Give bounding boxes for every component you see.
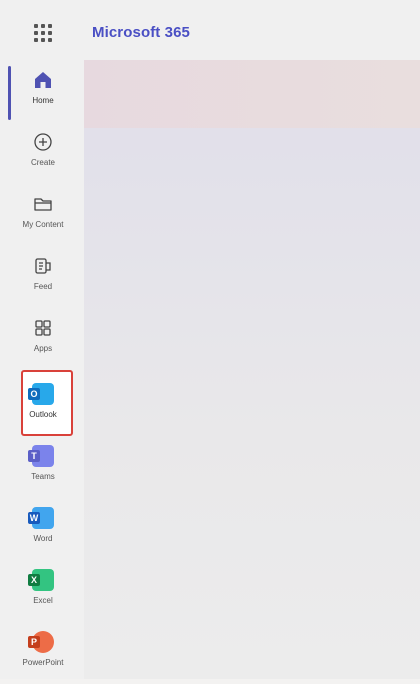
nav-label: PowerPoint (22, 658, 64, 667)
nav-item-feed[interactable]: Feed (8, 248, 78, 308)
main-content (84, 60, 420, 679)
teams-icon: T (28, 444, 55, 468)
nav-label: Feed (33, 282, 53, 291)
excel-icon: X (28, 568, 55, 592)
nav-item-my-content[interactable]: My Content (8, 186, 78, 246)
nav-item-excel[interactable]: X Excel (8, 562, 78, 622)
nav-label: Word (33, 534, 53, 543)
nav-item-word[interactable]: W Word (8, 500, 78, 560)
nav-rail: Home Create My Content Feed Apps O Outlo… (0, 60, 84, 679)
nav-label: Apps (33, 344, 53, 353)
home-icon (31, 68, 55, 92)
nav-label: Outlook (29, 410, 57, 419)
outlook-icon: O (28, 382, 55, 406)
nav-label: Create (30, 158, 55, 167)
word-icon: W (28, 506, 55, 530)
plus-circle-icon (31, 130, 55, 154)
nav-label: Teams (31, 472, 55, 481)
nav-label: Home (32, 96, 54, 105)
app-title[interactable]: Microsoft 365 (92, 24, 190, 41)
nav-item-powerpoint[interactable]: P PowerPoint (8, 624, 78, 684)
nav-item-apps[interactable]: Apps (8, 310, 78, 370)
app-launcher-icon[interactable] (34, 24, 52, 42)
nav-item-create[interactable]: Create (8, 124, 78, 184)
content-banner (84, 60, 420, 128)
nav-item-teams[interactable]: T Teams (8, 438, 78, 498)
nav-label: My Content (22, 220, 64, 229)
nav-item-home[interactable]: Home (8, 62, 78, 122)
apps-grid-icon (31, 316, 55, 340)
powerpoint-icon: P (28, 630, 55, 654)
top-bar: Microsoft 365 (0, 0, 420, 60)
nav-label: Excel (33, 596, 53, 605)
feed-icon (31, 254, 55, 278)
folder-icon (31, 192, 55, 216)
nav-item-outlook[interactable]: O Outlook (8, 376, 78, 436)
